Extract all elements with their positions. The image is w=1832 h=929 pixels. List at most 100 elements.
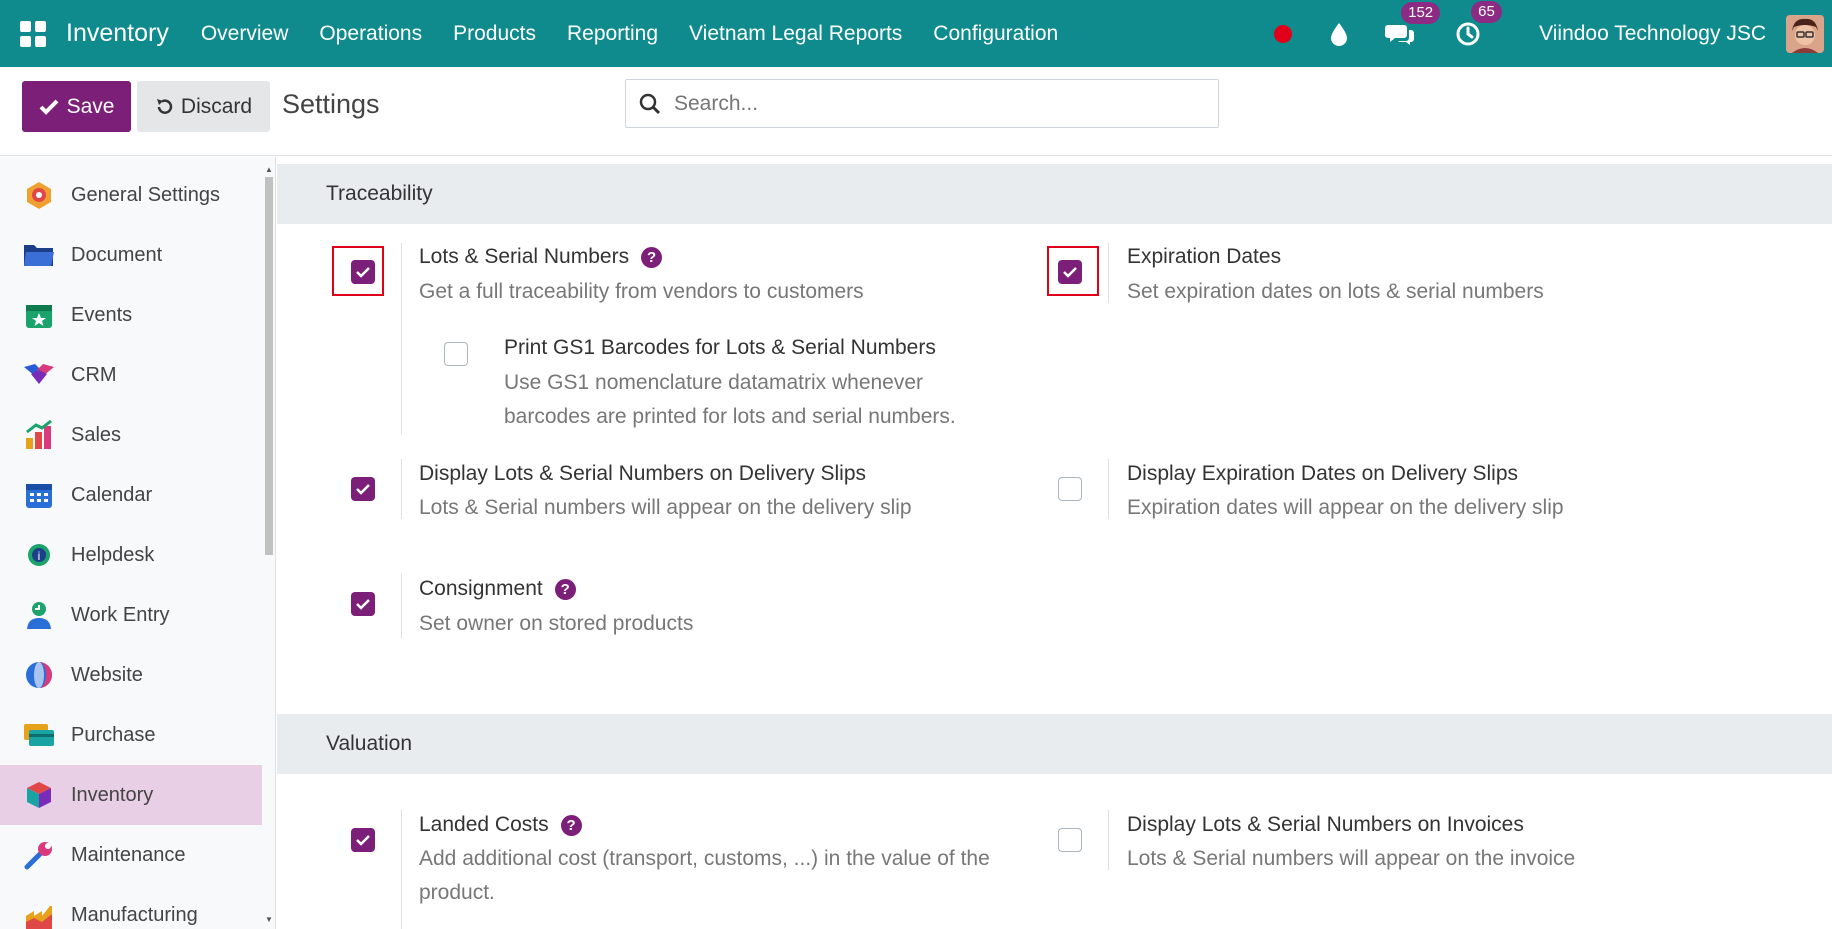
expiration-dates-title: Expiration Dates	[1127, 245, 1282, 268]
discard-label: Discard	[180, 94, 253, 118]
help-icon[interactable]: ?	[554, 578, 576, 600]
sidebar-item-label: General Settings	[71, 183, 220, 206]
save-label: Save	[66, 94, 115, 118]
save-button[interactable]: Save	[22, 81, 131, 132]
sidebar-item-website[interactable]: Website	[0, 645, 262, 705]
consignment-checkbox[interactable]	[351, 592, 375, 616]
expiration-dates-checkbox[interactable]	[1058, 260, 1082, 284]
gs1-barcodes-description: Use GS1 nomenclature datamatrix whenever…	[504, 371, 956, 428]
help-icon[interactable]: ?	[641, 246, 663, 268]
menu-operations[interactable]: Operations	[319, 22, 422, 46]
water-drop-icon[interactable]	[1329, 22, 1349, 46]
sidebar-item-label: Document	[71, 243, 163, 266]
headset-icon: i	[22, 538, 56, 572]
sidebar-item-label: Maintenance	[71, 843, 186, 866]
recording-dot-icon[interactable]	[1273, 24, 1293, 44]
divider	[1108, 459, 1109, 519]
expiration-dates-description: Set expiration dates on lots & serial nu…	[1127, 280, 1544, 303]
handshake-icon	[22, 358, 56, 392]
sidebar-item-document[interactable]: Document	[0, 225, 262, 285]
display-lots-invoices-description: Lots & Serial numbers will appear on the…	[1127, 847, 1576, 870]
lots-serial-label: Lots & Serial Numbers	[419, 245, 630, 268]
user-avatar[interactable]	[1786, 14, 1824, 53]
divider	[401, 810, 402, 929]
apps-menu-icon[interactable]	[0, 0, 66, 67]
sidebar-item-inventory[interactable]: Inventory	[0, 765, 262, 825]
display-lots-invoices-checkbox[interactable]	[1058, 828, 1082, 852]
settings-sidebar: General Settings Document Events CRM Sal…	[0, 157, 276, 929]
display-exp-delivery-description: Expiration dates will appear on the deli…	[1127, 496, 1564, 519]
search-icon	[626, 93, 674, 115]
consignment-label: Consignment	[419, 577, 543, 600]
sidebar-item-general-settings[interactable]: General Settings	[0, 165, 262, 225]
scroll-down-icon[interactable]: ▼	[264, 915, 274, 924]
activities-badge: 65	[1471, 0, 1502, 23]
wrench-icon	[22, 838, 56, 872]
help-icon[interactable]: ?	[560, 814, 582, 836]
divider	[401, 574, 402, 638]
messages-badge: 152	[1401, 1, 1441, 24]
sidebar-item-maintenance[interactable]: Maintenance	[0, 825, 262, 885]
landed-costs-label: Landed Costs	[419, 813, 549, 836]
display-exp-delivery-title: Display Expiration Dates on Delivery Sli…	[1127, 462, 1518, 485]
lots-serial-checkbox[interactable]	[351, 260, 375, 284]
consignment-description: Set owner on stored products	[419, 612, 694, 635]
divider	[1108, 243, 1109, 303]
page-title: Settings	[282, 89, 380, 119]
sidebar-item-label: Inventory	[71, 783, 154, 806]
folder-icon	[22, 238, 56, 272]
display-exp-delivery-checkbox[interactable]	[1058, 477, 1082, 501]
sidebar-item-purchase[interactable]: Purchase	[0, 705, 262, 765]
landed-costs-title: Landed Costs ?	[419, 813, 582, 837]
lots-serial-title: Lots & Serial Numbers ?	[419, 245, 663, 269]
sidebar-item-sales[interactable]: Sales	[0, 405, 262, 465]
gs1-barcodes-checkbox[interactable]	[444, 342, 468, 366]
section-header-traceability: Traceability	[277, 164, 1832, 224]
scroll-up-icon[interactable]: ▲	[264, 165, 274, 174]
sidebar-scrollbar[interactable]: ▲ ▼	[264, 165, 274, 927]
sidebar-item-work-entry[interactable]: Work Entry	[0, 585, 262, 645]
discard-button[interactable]: Discard	[137, 81, 270, 132]
display-lots-delivery-checkbox[interactable]	[351, 477, 375, 501]
sidebar-item-events[interactable]: Events	[0, 285, 262, 345]
menu-overview[interactable]: Overview	[201, 22, 289, 46]
divider	[401, 459, 402, 519]
app-name[interactable]: Inventory	[66, 19, 169, 48]
search-input[interactable]	[674, 91, 1218, 116]
landed-costs-checkbox[interactable]	[351, 828, 375, 852]
cube-icon	[22, 778, 56, 812]
menu-vietnam-legal-reports[interactable]: Vietnam Legal Reports	[689, 22, 902, 46]
person-clock-icon	[22, 598, 56, 632]
svg-text:i: i	[38, 549, 41, 563]
sidebar-item-manufacturing[interactable]: Manufacturing	[0, 885, 262, 929]
calendar-icon	[22, 478, 56, 512]
sidebar-item-helpdesk[interactable]: i Helpdesk	[0, 525, 262, 585]
display-lots-delivery-description: Lots & Serial numbers will appear on the…	[419, 496, 912, 519]
menu-products[interactable]: Products	[453, 22, 536, 46]
divider	[1108, 810, 1109, 870]
company-switcher[interactable]: Viindoo Technology JSC	[1539, 22, 1766, 46]
bar-chart-icon	[22, 418, 56, 452]
menu-configuration[interactable]: Configuration	[933, 22, 1058, 46]
sidebar-item-calendar[interactable]: Calendar	[0, 465, 262, 525]
undo-icon	[156, 98, 173, 114]
sidebar-item-label: Website	[71, 663, 143, 686]
messages-icon[interactable]: 152	[1385, 1, 1441, 46]
calendar-star-icon	[22, 298, 56, 332]
globe-icon	[22, 658, 56, 692]
sidebar-item-label: Manufacturing	[71, 903, 198, 926]
display-lots-delivery-title: Display Lots & Serial Numbers on Deliver…	[419, 462, 866, 485]
sidebar-item-label: Purchase	[71, 723, 156, 746]
top-navbar: Inventory Overview Operations Products R…	[0, 0, 1832, 67]
search-bar[interactable]	[625, 79, 1219, 128]
divider	[401, 243, 402, 435]
menu-reporting[interactable]: Reporting	[567, 22, 658, 46]
sidebar-item-crm[interactable]: CRM	[0, 345, 262, 405]
general-settings-icon	[22, 178, 56, 212]
sidebar-item-label: CRM	[71, 363, 117, 386]
scroll-thumb[interactable]	[265, 177, 273, 555]
landed-costs-description: Add additional cost (transport, customs,…	[419, 847, 990, 904]
activities-clock-icon[interactable]: 65	[1455, 0, 1502, 47]
sidebar-item-label: Events	[71, 303, 133, 326]
factory-icon	[22, 898, 56, 929]
